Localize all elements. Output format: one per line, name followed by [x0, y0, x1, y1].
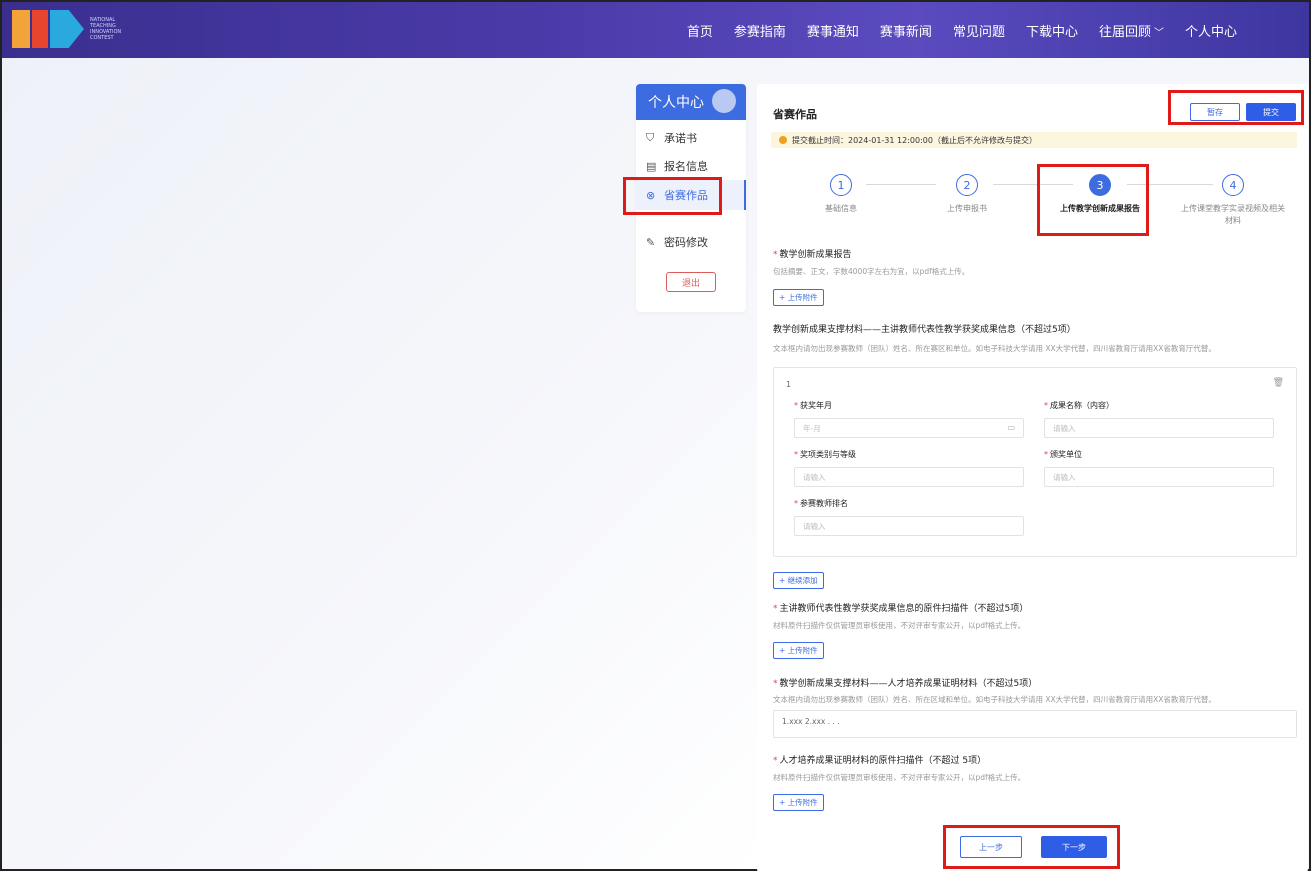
deadline-notice: 提交截止时间：2024-01-31 12:00:00（截止后不允许修改与提交）: [771, 132, 1297, 148]
award-entry-card: 1 🗑 * 获奖年月 年-月 ▭ * 成果名称（内容） 请输入 * 奖项类别与等级 请…: [773, 367, 1297, 557]
sidebar-item-commitment[interactable]: ⛉ 承诺书: [636, 124, 746, 152]
nav-past-review-label: 往届回顾: [1098, 24, 1151, 40]
logo-mark: [12, 10, 30, 48]
nav-home[interactable]: 首页: [687, 21, 713, 40]
issuer-label: * 颁奖单位: [1044, 450, 1082, 459]
rank-label: * 参赛教师排名: [794, 499, 848, 508]
category-label-text: 奖项类别与等级: [800, 450, 856, 459]
step-2[interactable]: 2 上传申报书: [927, 174, 1007, 215]
rank-label-text: 参赛教师排名: [800, 499, 848, 508]
date-placeholder: 年-月: [803, 423, 821, 433]
award-name-input[interactable]: 请输入: [1044, 418, 1274, 438]
scan-talent-title-text: 人才培养成果证明材料的原件扫描件（不超过 5项）: [779, 756, 987, 766]
save-draft-button[interactable]: 暂存: [1190, 103, 1240, 121]
step-number: 4: [1222, 174, 1244, 196]
report-title-text: 教学创新成果报告: [779, 250, 852, 260]
previous-step-button[interactable]: 上一步: [960, 836, 1022, 858]
support-talent-title: * 教学创新成果支撑材料——人才培养成果证明材料（不超过5项）: [773, 679, 1038, 689]
sidebar-item-registration[interactable]: ▤ 报名信息: [636, 152, 746, 180]
issuer-label-text: 颁奖单位: [1050, 450, 1082, 459]
step-label: 上传课堂教学实录视频及相关材料: [1181, 204, 1285, 225]
upload-report-button[interactable]: + 上传附件: [773, 289, 824, 306]
logo-text: NATIONAL TEACHING INNOVATION CONTEST: [90, 17, 122, 41]
sidebar-title: 个人中心: [648, 95, 704, 111]
step-label: 上传申报书: [947, 204, 987, 213]
sidebar-item-label: 密码修改: [664, 236, 708, 249]
sidebar-item-works[interactable]: ⊗ 省赛作品: [636, 180, 746, 210]
nav-downloads[interactable]: 下载中心: [1026, 21, 1078, 40]
logo-mark: [32, 10, 48, 48]
chevron-down-icon: ﹀: [1153, 27, 1164, 39]
report-title: * 教学创新成果报告: [773, 250, 852, 260]
works-icon: ⊗: [646, 188, 656, 202]
award-date-picker[interactable]: 年-月 ▭: [794, 418, 1024, 438]
page-title: 省赛作品: [773, 108, 817, 121]
step-number: 3: [1089, 174, 1111, 196]
scan-awards-title-text: 主讲教师代表性教学获奖成果信息的原件扫描件（不超过5项）: [779, 604, 1029, 614]
sidebar-item-label: 报名信息: [664, 160, 708, 173]
name-label: * 成果名称（内容）: [1044, 401, 1114, 410]
support-awards-hint: 文本框内请勿出现参赛教师（团队）姓名、所在赛区和单位。如电子科技大学请用 XX大…: [773, 344, 1216, 353]
submit-button[interactable]: 提交: [1246, 103, 1296, 121]
date-label: * 获奖年月: [794, 401, 832, 410]
logout-button[interactable]: 退出: [666, 272, 716, 292]
step-number: 2: [956, 174, 978, 196]
step-number: 1: [830, 174, 852, 196]
scan-awards-hint: 材料原件扫描件仅供管理员审核使用，不对评审专家公开，以pdf格式上传。: [773, 621, 1026, 630]
award-issuer-input[interactable]: 请输入: [1044, 467, 1274, 487]
report-hint: 包括摘要、正文，字数4000字左右为宜，以pdf格式上传。: [773, 267, 970, 276]
top-navbar: NATIONAL TEACHING INNOVATION CONTEST 首页 …: [2, 2, 1309, 58]
notice-text: 提交截止时间：2024-01-31 12:00:00（截止后不允许修改与提交）: [792, 135, 1037, 145]
delete-icon[interactable]: 🗑: [1273, 378, 1284, 388]
edit-icon: ✎: [646, 235, 656, 249]
add-more-button[interactable]: + 继续添加: [773, 572, 824, 589]
avatar: [712, 89, 736, 113]
talent-materials-textarea[interactable]: 1.xxx 2.xxx . . .: [773, 710, 1297, 738]
contest-logo[interactable]: NATIONAL TEACHING INNOVATION CONTEST: [12, 8, 130, 50]
nav-personal-center[interactable]: 个人中心: [1185, 21, 1237, 40]
support-awards-title: 教学创新成果支撑材料——主讲教师代表性教学获奖成果信息（不超过5项）: [773, 325, 1076, 335]
warning-icon: [779, 136, 787, 144]
sidebar-item-label: 承诺书: [664, 132, 697, 145]
step-label: 上传教学创新成果报告: [1060, 204, 1140, 213]
nav-past-review[interactable]: 往届回顾 ﹀: [1099, 21, 1164, 40]
sidebar: 个人中心 ⛉ 承诺书 ▤ 报名信息 ⊗ 省赛作品 ✎ 密码修改 退出: [636, 84, 746, 312]
nav-faq[interactable]: 常见问题: [953, 21, 1005, 40]
shield-icon: ⛉: [646, 131, 655, 144]
upload-scan-awards-button[interactable]: + 上传附件: [773, 642, 824, 659]
logo-mark: [50, 10, 84, 48]
upload-scan-talent-button[interactable]: + 上传附件: [773, 794, 824, 811]
scan-talent-title: * 人才培养成果证明材料的原件扫描件（不超过 5项）: [773, 756, 987, 766]
calendar-icon: ▭: [1007, 423, 1015, 432]
main-panel: 省赛作品 暂存 提交 提交截止时间：2024-01-31 12:00:00（截止…: [757, 84, 1308, 871]
entry-index: 1: [786, 380, 792, 389]
support-talent-hint: 文本框内请勿出现参赛教师（团队）姓名、所在区域和单位。如电子科技大学请用 XX大…: [773, 695, 1216, 704]
nav-news[interactable]: 赛事新闻: [880, 21, 932, 40]
sidebar-item-label: 省赛作品: [664, 189, 708, 202]
next-step-button[interactable]: 下一步: [1041, 836, 1107, 858]
scan-talent-hint: 材料原件扫描件仅供管理员审核使用，不对评审专家公开，以pdf格式上传。: [773, 773, 1026, 782]
step-label: 基础信息: [825, 204, 857, 213]
form-icon: ▤: [646, 159, 657, 173]
sidebar-item-password[interactable]: ✎ 密码修改: [636, 228, 746, 256]
nav-guide[interactable]: 参赛指南: [734, 21, 786, 40]
step-3[interactable]: 3 上传教学创新成果报告: [1047, 174, 1153, 215]
date-label-text: 获奖年月: [800, 401, 832, 410]
main-nav: 首页 参赛指南 赛事通知 赛事新闻 常见问题 下载中心 往届回顾 ﹀ 个人中心: [666, 2, 1237, 58]
category-label: * 奖项类别与等级: [794, 450, 856, 459]
teacher-rank-input[interactable]: 请输入: [794, 516, 1024, 536]
nav-notices[interactable]: 赛事通知: [807, 21, 859, 40]
sidebar-header: 个人中心: [636, 84, 746, 120]
award-category-input[interactable]: 请输入: [794, 467, 1024, 487]
support-talent-title-text: 教学创新成果支撑材料——人才培养成果证明材料（不超过5项）: [779, 679, 1038, 689]
step-1[interactable]: 1 基础信息: [801, 174, 881, 215]
scan-awards-title: * 主讲教师代表性教学获奖成果信息的原件扫描件（不超过5项）: [773, 604, 1029, 614]
step-4[interactable]: 4 上传课堂教学实录视频及相关材料: [1181, 174, 1285, 227]
name-label-text: 成果名称（内容）: [1050, 401, 1114, 410]
